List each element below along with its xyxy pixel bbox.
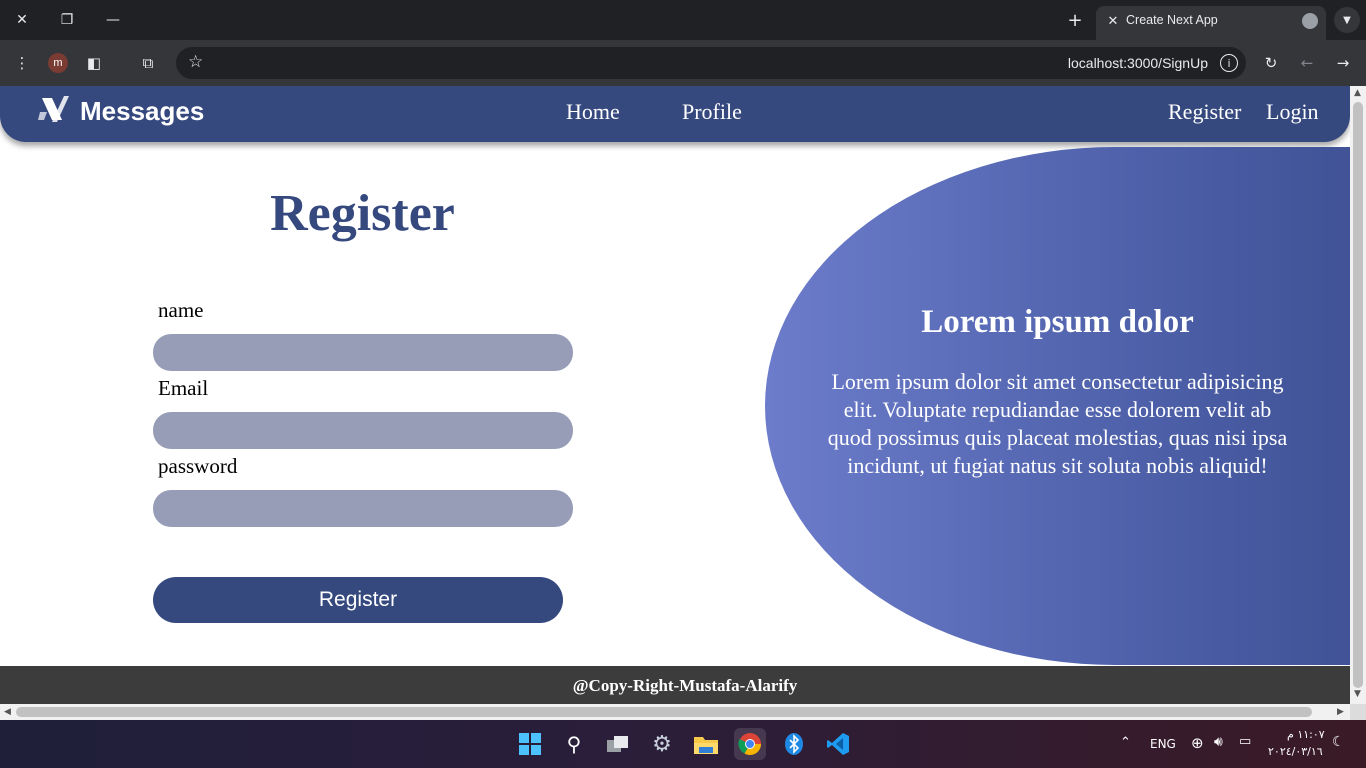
scroll-right-icon[interactable]: ▶ — [1337, 707, 1344, 717]
network-globe-icon[interactable]: ⊕ — [1191, 734, 1204, 752]
chrome-icon[interactable] — [734, 728, 766, 760]
tab-title: Create Next App — [1126, 13, 1218, 27]
bluetooth-icon[interactable] — [778, 728, 810, 760]
windows-start-icon[interactable] — [514, 728, 546, 760]
horizontal-scroll-thumb[interactable] — [16, 707, 1312, 717]
clock-time[interactable]: ١١:٠٧ م — [1287, 728, 1325, 741]
navbar: Messages Home Profile Register Login — [0, 86, 1350, 142]
menu-dots-icon[interactable]: ⋮ — [11, 52, 33, 74]
site-info-icon[interactable]: i — [1220, 54, 1238, 72]
side-panel-icon[interactable]: ◧ — [83, 52, 105, 74]
password-field[interactable] — [153, 490, 573, 527]
name-field[interactable] — [153, 334, 573, 371]
windows-taskbar: ⚲ ⚙ ⌃ ENG ⊕ 🔊︎ ▭ ١١:٠٧ م ٢٠٢٤/٠٣/١٦ ☾ — [0, 720, 1366, 768]
logo-icon — [38, 96, 69, 122]
scroll-up-icon[interactable]: ▲ — [1354, 88, 1361, 98]
settings-gear-icon[interactable]: ⚙ — [646, 728, 678, 760]
window-close-icon[interactable]: ✕ — [9, 8, 35, 32]
reload-icon[interactable]: ↻ — [1260, 52, 1282, 74]
vertical-scroll-thumb[interactable] — [1353, 102, 1363, 688]
tab-close-icon[interactable]: ✕ — [1104, 12, 1122, 30]
hero-text: Lorem ipsum dolor sit amet consectetur a… — [827, 369, 1288, 478]
register-button[interactable]: Register — [153, 577, 563, 623]
footer: @Copy-Right-Mustafa-Alarify — [0, 666, 1350, 704]
scroll-left-icon[interactable]: ◀ — [4, 707, 11, 717]
horizontal-scrollbar[interactable]: ◀ ▶ — [0, 704, 1350, 720]
extensions-icon[interactable]: ⧉ — [137, 52, 159, 74]
footer-copyright: @Copy-Right-Mustafa-Alarify — [572, 676, 798, 695]
nav-link-login[interactable]: Login — [1266, 99, 1319, 125]
password-label: password — [158, 454, 238, 478]
hero-title: Lorem ipsum dolor — [921, 304, 1194, 340]
browser-toolbar: ⋮ m ◧ ⧉ ☆ localhost:3000/SignUp i ↻ ← → — [0, 40, 1366, 86]
page-title: Register — [270, 185, 455, 242]
do-not-disturb-moon-icon[interactable]: ☾ — [1332, 734, 1345, 750]
globe-icon — [1302, 13, 1318, 29]
back-icon[interactable]: ← — [1296, 52, 1318, 74]
clock-date[interactable]: ٢٠٢٤/٠٣/١٦ — [1268, 745, 1323, 758]
profile-avatar[interactable]: m — [48, 53, 68, 73]
window-minimize-icon[interactable]: — — [100, 8, 126, 32]
language-indicator[interactable]: ENG — [1150, 737, 1176, 751]
scroll-down-icon[interactable]: ▼ — [1354, 689, 1361, 699]
volume-icon[interactable]: 🔊︎ — [1214, 734, 1223, 750]
nav-link-home[interactable]: Home — [566, 99, 620, 125]
task-view-icon[interactable] — [602, 728, 634, 760]
url-text[interactable]: localhost:3000/SignUp — [1068, 55, 1208, 71]
show-hidden-icons-icon[interactable]: ⌃ — [1120, 735, 1131, 750]
search-icon[interactable]: ⚲ — [558, 728, 590, 760]
name-label: name — [158, 298, 204, 322]
forward-icon[interactable]: → — [1332, 52, 1354, 74]
vertical-scrollbar[interactable]: ▲ ▼ — [1350, 86, 1366, 704]
brand-name[interactable]: Messages — [80, 96, 204, 127]
nav-link-profile[interactable]: Profile — [682, 99, 742, 125]
nav-link-register[interactable]: Register — [1168, 99, 1241, 125]
page-viewport: Messages Home Profile Register Login Reg… — [0, 86, 1350, 704]
vscode-icon[interactable] — [822, 728, 854, 760]
window-restore-icon[interactable]: ❐ — [54, 8, 80, 32]
browser-tab-strip: ✕ ❐ — + ✕ Create Next App ▼ — [0, 0, 1366, 40]
email-label: Email — [158, 376, 209, 400]
file-explorer-icon[interactable] — [690, 728, 722, 760]
battery-icon[interactable]: ▭ — [1239, 734, 1251, 749]
bookmark-star-icon[interactable]: ☆ — [188, 52, 203, 72]
tab-search-icon[interactable]: ▼ — [1334, 7, 1360, 33]
new-tab-icon[interactable]: + — [1064, 9, 1086, 31]
browser-tab[interactable]: ✕ Create Next App — [1096, 6, 1326, 40]
email-field[interactable] — [153, 412, 573, 449]
scrollbar-corner — [1350, 704, 1366, 720]
address-bar[interactable]: ☆ localhost:3000/SignUp i — [176, 47, 1246, 79]
